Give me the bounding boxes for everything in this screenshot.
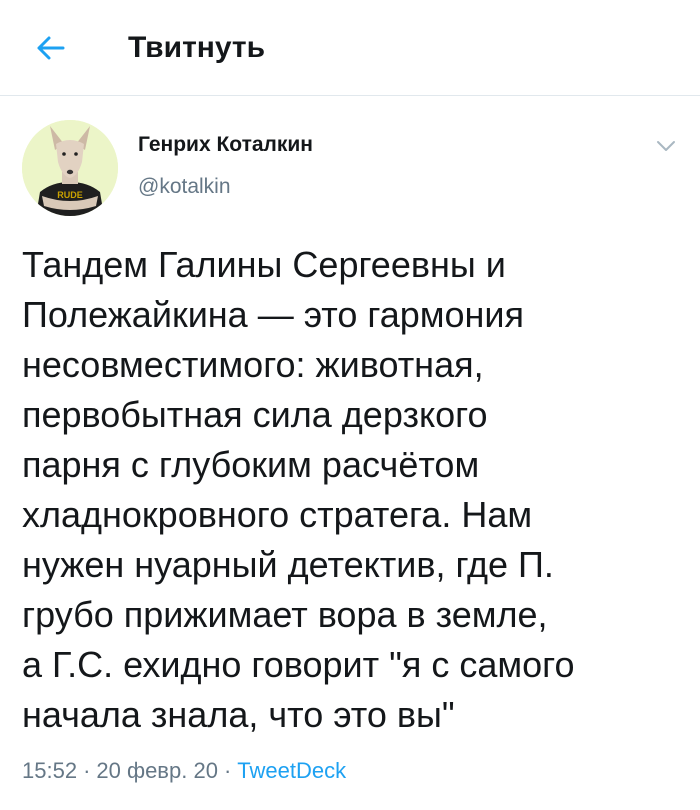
tweet-meta: 15:52 · 20 февр. 20 · TweetDeck bbox=[22, 756, 346, 786]
back-button[interactable] bbox=[30, 28, 70, 68]
chevron-down-icon bbox=[657, 141, 675, 151]
tweet-source-link[interactable]: TweetDeck bbox=[237, 758, 346, 783]
meta-separator: · bbox=[223, 758, 232, 783]
page-title: Твитнуть bbox=[128, 31, 266, 64]
tweet-menu-button[interactable] bbox=[648, 132, 684, 160]
avatar[interactable]: RUDE bbox=[22, 120, 118, 216]
tweet-text: Тандем Галины Сергеевны и Полежайкина — … bbox=[22, 244, 575, 735]
author-name[interactable]: Генрих Коталкин bbox=[138, 132, 313, 158]
tweet-author: RUDE Генрих Коталкин @kotalkin bbox=[0, 96, 700, 226]
dog-avatar-icon: RUDE bbox=[22, 120, 118, 216]
author-handle[interactable]: @kotalkin bbox=[138, 174, 231, 200]
arrow-left-icon bbox=[37, 36, 65, 60]
tweet-date: 20 февр. 20 bbox=[96, 758, 218, 783]
meta-separator: · bbox=[83, 758, 91, 783]
top-bar: Твитнуть bbox=[0, 0, 700, 96]
svg-text:RUDE: RUDE bbox=[57, 190, 83, 200]
tweet-time: 15:52 bbox=[22, 758, 78, 783]
